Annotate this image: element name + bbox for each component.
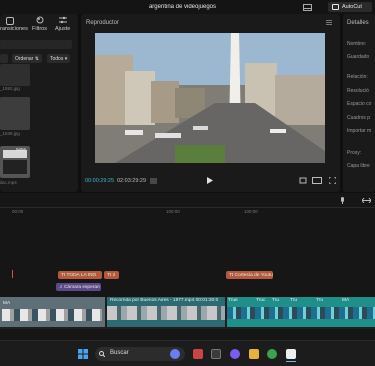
detail-proxy-label: Proxy:: [347, 150, 362, 156]
total-time: 02:03:29:29: [117, 178, 147, 184]
transitions-icon[interactable]: [6, 17, 14, 25]
video-clip-label: True: [228, 298, 238, 303]
video-clip-group[interactable]: [227, 297, 375, 327]
media-thumbnail[interactable]: [0, 64, 30, 86]
thumbnail-image: [3, 160, 27, 174]
fullscreen-icon[interactable]: [329, 177, 336, 184]
search-icon: [99, 351, 105, 357]
text-clip-label: 2: [112, 272, 116, 278]
text-clip-label: Cortesía de Youtu: [234, 272, 273, 278]
filter-button[interactable]: Todos ▾: [47, 54, 71, 63]
video-clip-label: Tru: [272, 298, 280, 303]
video-clip-label: Tru: [316, 298, 324, 303]
ruler-line: [0, 207, 375, 208]
video-preview[interactable]: [95, 33, 325, 163]
tool-adjust-label[interactable]: Ajuste: [55, 26, 70, 32]
ruler-tick: 00:00: [12, 209, 24, 214]
zoom-fit-icon[interactable]: [362, 198, 371, 203]
text-clip-label: TODA LA INO: [66, 272, 97, 278]
view-dropdown[interactable]: [0, 54, 8, 63]
media-filename: _1539.jpg: [0, 131, 20, 136]
autocut-label: AutoCut: [342, 4, 362, 10]
capcut-icon[interactable]: [286, 349, 296, 359]
microphone-icon[interactable]: [340, 197, 345, 204]
clip-frames: [107, 306, 225, 320]
filter-label: Todos: [50, 56, 64, 62]
clip-frames: [227, 307, 375, 319]
video-clip-label: Truc: [256, 298, 266, 303]
crop-icon[interactable]: [299, 177, 307, 184]
video-frame-image: [95, 33, 325, 163]
audio-clip[interactable]: ♫ Cámara esperan: [56, 283, 101, 291]
layout-icon[interactable]: [303, 4, 312, 11]
media-duration: 5656: [16, 147, 27, 152]
playhead-marker[interactable]: [12, 270, 13, 278]
detail-layer-label: Capa libre: [347, 163, 370, 169]
file-explorer-icon[interactable]: [249, 349, 259, 359]
media-thumbnail[interactable]: [0, 97, 30, 130]
windows-start-icon[interactable]: [78, 349, 88, 359]
current-time: 00:00:29:25: [85, 178, 115, 184]
detail-fps-label: Cuadros p: [347, 115, 371, 121]
taskbar: [0, 340, 375, 366]
ratio-icon[interactable]: [312, 177, 322, 184]
active-app-indicator: [286, 361, 296, 362]
media-search-input[interactable]: [0, 40, 72, 49]
task-view-icon[interactable]: [211, 349, 221, 359]
video-clip-label: MA: [342, 298, 350, 303]
tool-filters-label[interactable]: Filtros: [32, 26, 47, 32]
detail-resolution-label: Resolució: [347, 88, 369, 94]
detail-import-label: Importar m: [347, 128, 372, 134]
adjust-icon[interactable]: [59, 16, 67, 24]
media-filename: _1592.jpg: [0, 86, 20, 91]
ruler-tick: 100:00: [244, 209, 258, 214]
play-icon[interactable]: [207, 177, 213, 184]
detail-saved-label: Guardado: [347, 54, 370, 60]
tool-transitions-label[interactable]: ransiciones: [0, 26, 28, 32]
text-clip[interactable]: Tt Cortesía de Youtu: [226, 271, 273, 279]
text-clip[interactable]: Tt 2: [104, 271, 119, 279]
ruler-tick: 100:00: [166, 209, 180, 214]
text-clip[interactable]: Tt TODA LA INO: [58, 271, 102, 279]
window-title: argentina de videojuegos: [148, 4, 217, 10]
detail-colorspace-label: Espacio co: [347, 101, 372, 107]
audio-clip-label: Cámara esperan: [63, 284, 100, 290]
detail-name-label: Nombre:: [347, 41, 367, 47]
menu-icon[interactable]: [326, 20, 332, 25]
video-clip-label: Tru: [290, 298, 298, 303]
people-app-icon[interactable]: [193, 349, 203, 359]
detail-ratio-label: Relación:: [347, 74, 368, 80]
video-clip-label: MA: [3, 300, 11, 306]
video-clip[interactable]: [0, 297, 105, 327]
sort-button[interactable]: Ordenar ⇅: [12, 54, 42, 63]
list-icon[interactable]: [150, 178, 157, 184]
filters-icon[interactable]: [36, 16, 44, 24]
player-header: Reproductor: [86, 20, 120, 26]
sort-label: Ordenar: [15, 56, 34, 62]
chrome-icon[interactable]: [267, 349, 277, 359]
taskbar-search-placeholder: Buscar: [110, 350, 129, 356]
details-header: Detalles: [347, 20, 369, 26]
chat-app-icon[interactable]: [230, 349, 240, 359]
media-filename: ilac.mp4: [0, 180, 17, 185]
video-clip-label: Recorrida por Buenos Aires - 1977.mp4 00…: [110, 298, 219, 303]
clip-frames: [2, 309, 102, 321]
copilot-icon[interactable]: [170, 349, 180, 359]
autocut-icon: [332, 4, 339, 10]
